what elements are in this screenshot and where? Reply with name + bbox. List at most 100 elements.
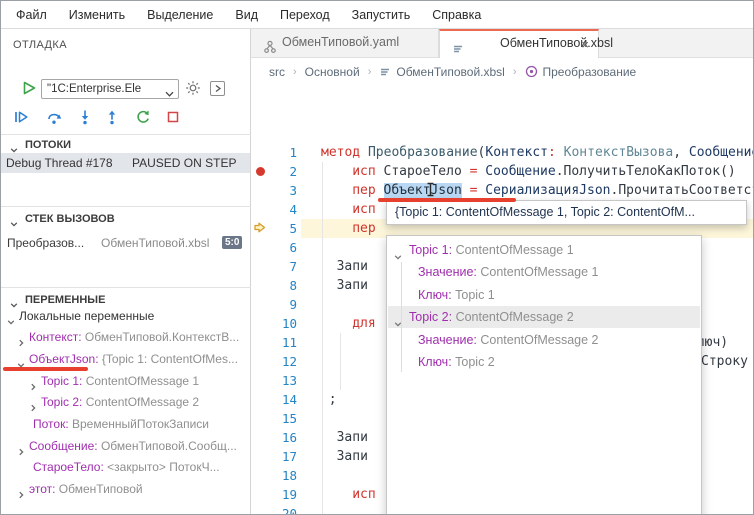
hover-row-label: Значение: ContentOfMessage 2: [418, 329, 599, 351]
variable-row-8[interactable]: этот: ОбменТиповой: [1, 479, 250, 500]
application-window: ФайлИзменитьВыделениеВидПереходЗапустить…: [0, 0, 754, 515]
breadcrumb-label: src: [269, 65, 285, 79]
menu-item-3[interactable]: Вид: [224, 2, 269, 28]
restart-button[interactable]: [135, 109, 151, 130]
menu-item-5[interactable]: Запустить: [341, 2, 422, 28]
variable-row-5[interactable]: Поток: ВременныйПотокЗаписи: [1, 414, 250, 435]
code-token: для: [352, 316, 383, 331]
hover-tree-row-1[interactable]: Значение: ContentOfMessage 1: [388, 261, 700, 283]
code-line: исп СтароеТело = Сообщение.ПолучитьТелоК…: [352, 162, 736, 181]
chevron-right-icon[interactable]: [17, 485, 25, 500]
code-editor[interactable]: 1 метод Преобразование(Контекст: Контекст…: [251, 85, 753, 514]
code-token: Строку: [701, 354, 748, 369]
editor-column: ОбменТиповой.yaml ОбменТиповой.xbsl × sr…: [251, 29, 753, 514]
variable-label: этот: ОбменТиповой: [29, 479, 143, 500]
line-number: 1: [251, 143, 297, 162]
code-line: ;: [329, 390, 337, 409]
start-debug-button[interactable]: [22, 80, 37, 101]
hover-tree-row-0[interactable]: Topic 1: ContentOfMessage 1: [388, 239, 700, 261]
breadcrumb-separator: ›: [293, 66, 297, 78]
line-number: 18: [251, 466, 297, 485]
code-token: =: [462, 183, 485, 198]
menu-item-0[interactable]: Файл: [5, 2, 58, 28]
code-token: исп: [352, 487, 383, 502]
stack-frame-row[interactable]: Преобразов... ОбменТиповой.xbsl 5:0: [1, 233, 250, 253]
menu-item-1[interactable]: Изменить: [58, 2, 136, 28]
line-number: 15: [251, 409, 297, 428]
hover-tree-row-3[interactable]: Topic 2: ContentOfMessage 2: [388, 306, 700, 328]
tab-obmentipovoy-xbsl[interactable]: ОбменТиповой.xbsl ×: [439, 29, 599, 58]
line-number: 19: [251, 485, 297, 504]
thread-row[interactable]: Debug Thread #178 PAUSED ON STEP: [1, 153, 250, 173]
code-token: ПрочитатьСоответст: [618, 183, 753, 198]
line-number: 20: [251, 504, 297, 514]
line-number: 6: [251, 238, 297, 257]
continue-button[interactable]: [13, 109, 30, 130]
variable-label: Topic 2: ContentOfMessage 2: [41, 392, 199, 413]
section-header-callstack[interactable]: СТЕК ВЫЗОВОВ: [1, 209, 251, 229]
code-line: Запи: [337, 276, 368, 295]
variable-row-1[interactable]: Контекст: ОбменТиповой.КонтекстВ...: [1, 327, 250, 348]
settings-gear-icon[interactable]: [185, 80, 201, 101]
code-line: пер: [352, 219, 383, 238]
code-token: Запи: [337, 430, 368, 445]
stop-button[interactable]: [165, 109, 181, 130]
section-header-threads[interactable]: ПОТОКИ: [1, 135, 251, 155]
code-token: пер: [352, 183, 383, 198]
variable-label: Сообщение: ОбменТиповой.Сообщ...: [29, 436, 237, 457]
code-line: Запи: [337, 428, 368, 447]
line-number: 4: [251, 200, 297, 219]
open-console-button[interactable]: [210, 81, 225, 96]
breadcrumb-item-1[interactable]: Основной: [305, 65, 360, 79]
launch-config-label: "1C:Enterprise.Ele: [47, 83, 141, 95]
chevron-down-icon[interactable]: [394, 246, 402, 261]
code-token: Контекст: [485, 145, 548, 160]
step-into-button[interactable]: [77, 109, 93, 130]
hover-tree-row-4[interactable]: Значение: ContentOfMessage 2: [388, 329, 700, 351]
close-icon[interactable]: ×: [581, 31, 589, 58]
hover-tree-row-5[interactable]: Ключ: Topic 2: [388, 351, 700, 373]
variable-label: Поток: ВременныйПотокЗаписи: [33, 414, 209, 435]
hover-tree-row-2[interactable]: Ключ: Topic 1: [388, 284, 700, 306]
code-line: пер ОбъектJson = СериализацияJson.Прочит…: [352, 181, 753, 200]
chevron-right-icon[interactable]: [29, 377, 37, 392]
code-token: исп: [352, 164, 383, 179]
code-token: ОбъектJson: [384, 183, 462, 198]
menu-item-2[interactable]: Выделение: [136, 2, 224, 28]
tree-indent-guide: [401, 262, 402, 372]
variable-label: СтароеТело: <закрыто> ПотокЧ...: [33, 457, 220, 478]
step-out-button[interactable]: [104, 109, 120, 130]
menu-item-4[interactable]: Переход: [269, 2, 341, 28]
breadcrumb-label: Основной: [305, 65, 360, 79]
chevron-right-icon[interactable]: [29, 398, 37, 413]
debug-sidebar: ОТЛАДКА "1C:Enterprise.Ele: [1, 29, 251, 514]
code-line: для: [352, 314, 383, 333]
line-number: 14: [251, 390, 297, 409]
breakpoint-icon[interactable]: [256, 167, 265, 176]
variable-row-6[interactable]: Сообщение: ОбменТиповой.Сообщ...: [1, 436, 250, 457]
tab-obmentipovoy-yaml[interactable]: ОбменТиповой.yaml: [251, 29, 439, 58]
breadcrumb-label: ОбменТиповой.xbsl: [396, 65, 504, 79]
frame-method: Преобразов...: [7, 233, 84, 253]
variable-row-4[interactable]: Topic 2: ContentOfMessage 2: [1, 392, 250, 413]
code-token: СериализацияJson: [485, 183, 610, 198]
chevron-down-icon[interactable]: [7, 312, 15, 327]
launch-config-select[interactable]: "1C:Enterprise.Ele: [41, 79, 179, 99]
menu-item-6[interactable]: Справка: [421, 2, 492, 28]
frame-position-badge: 5:0: [222, 236, 242, 249]
step-over-button[interactable]: [46, 109, 63, 130]
chevron-right-icon[interactable]: [17, 442, 25, 457]
code-line: Строку: [701, 352, 748, 371]
variable-row-0[interactable]: Локальные переменные: [1, 306, 250, 327]
code-line: метод Преобразование(Контекст: КонтекстВ…: [321, 143, 753, 162]
variable-row-3[interactable]: Topic 1: ContentOfMessage 1: [1, 371, 250, 392]
chevron-right-icon[interactable]: [17, 333, 25, 348]
breadcrumb-item-0[interactable]: src: [269, 65, 285, 79]
code-token: Сообщение: [689, 145, 753, 160]
variable-label: Локальные переменные: [19, 306, 154, 327]
breadcrumb-item-2[interactable]: ОбменТиповой.xbsl: [379, 65, 504, 79]
current-line-arrow-icon: [253, 221, 266, 238]
breadcrumb-item-3[interactable]: Преобразование: [525, 65, 637, 79]
variable-row-7[interactable]: СтароеТело: <закрыто> ПотокЧ...: [1, 457, 250, 478]
hover-row-label: Topic 1: ContentOfMessage 1: [409, 239, 574, 261]
